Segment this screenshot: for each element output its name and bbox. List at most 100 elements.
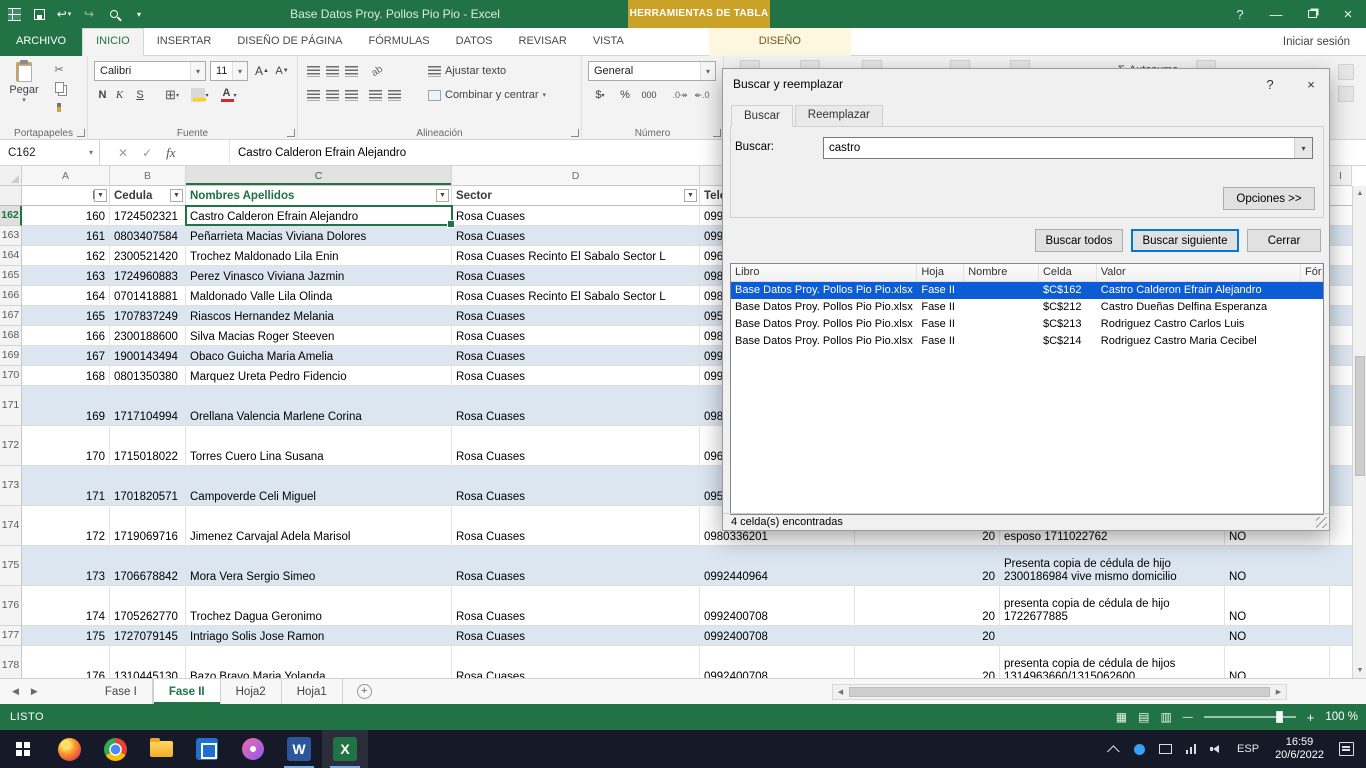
- scroll-down-icon[interactable]: ▼: [1353, 663, 1366, 678]
- cell[interactable]: [1330, 326, 1352, 346]
- taskbar-excel-icon[interactable]: X: [322, 730, 368, 768]
- cerrar-button[interactable]: Cerrar: [1247, 229, 1321, 252]
- cell[interactable]: Intriago Solis Jose Ramon: [186, 626, 452, 646]
- row-header-172[interactable]: 172: [0, 426, 22, 466]
- cell[interactable]: 0992440964: [700, 546, 855, 586]
- sign-in-link[interactable]: Iniciar sesión: [1283, 28, 1350, 56]
- zoom-out-icon[interactable]: —: [1183, 712, 1193, 723]
- merge-center-button[interactable]: Combinar y centrar ▾: [428, 85, 546, 105]
- vertical-scrollbar[interactable]: ▲ ▼: [1352, 186, 1366, 678]
- zoom-level[interactable]: 100 %: [1325, 711, 1358, 723]
- qat-customize-icon[interactable]: ▾: [131, 6, 147, 22]
- cell[interactable]: 1724960883: [110, 266, 186, 286]
- cell[interactable]: [1330, 586, 1352, 626]
- chevron-down-icon[interactable]: ▾: [232, 62, 247, 80]
- zoom-slider[interactable]: [1204, 716, 1296, 718]
- find-input[interactable]: castro ▾: [823, 137, 1313, 159]
- tab-diseño[interactable]: DISEÑO: [709, 28, 851, 56]
- cell[interactable]: Orellana Valencia Marlene Corina: [186, 386, 452, 426]
- ribbon-sliver-icon[interactable]: [1338, 64, 1354, 80]
- name-box[interactable]: C162 ▾: [0, 140, 100, 166]
- cell[interactable]: 162: [22, 246, 110, 266]
- sheet-tab-hoja2[interactable]: Hoja2: [221, 679, 282, 704]
- currency-format-icon[interactable]: $▾: [588, 85, 612, 105]
- cell[interactable]: Maldonado Valle Lila Olinda: [186, 286, 452, 306]
- cell[interactable]: 1724502321: [110, 206, 186, 226]
- cell[interactable]: Rosa Cuases Recinto El Sabalo Sector L: [452, 246, 700, 266]
- redo-icon[interactable]: ↪: [81, 6, 97, 22]
- column-heading-I[interactable]: I: [1330, 166, 1352, 186]
- print-preview-icon[interactable]: [106, 6, 122, 22]
- number-format-combo[interactable]: General▾: [588, 61, 716, 81]
- result-row[interactable]: Base Datos Proy. Pollos Pio Pio.xlsxFase…: [731, 316, 1323, 333]
- cell[interactable]: [1330, 206, 1352, 226]
- percent-format-icon[interactable]: %: [616, 85, 634, 105]
- cell[interactable]: 164: [22, 286, 110, 306]
- confirm-entry-icon[interactable]: ✓: [142, 146, 152, 160]
- row-header-168[interactable]: 168: [0, 326, 22, 346]
- cell[interactable]: 174: [22, 586, 110, 626]
- cell[interactable]: 20: [855, 646, 1000, 678]
- copy-icon[interactable]: [50, 80, 68, 95]
- tab-diseño-de-página[interactable]: DISEÑO DE PÁGINA: [224, 28, 355, 56]
- table-header-blank[interactable]: [1330, 186, 1352, 206]
- align-right-icon[interactable]: [342, 85, 360, 105]
- cell[interactable]: Rosa Cuases: [452, 346, 700, 366]
- cell[interactable]: [1330, 246, 1352, 266]
- cell[interactable]: Rosa Cuases: [452, 646, 700, 678]
- cell[interactable]: presenta copia de cédula de hijos 131496…: [1000, 646, 1225, 678]
- cell[interactable]: [1330, 266, 1352, 286]
- fill-color-icon[interactable]: ▾: [188, 85, 212, 105]
- underline-button[interactable]: S: [128, 85, 152, 105]
- results-header-nombre[interactable]: Nombre: [964, 264, 1039, 281]
- cell[interactable]: Rosa Cuases: [452, 586, 700, 626]
- taskbar-start-icon[interactable]: [0, 730, 46, 768]
- cell[interactable]: Bazo Bravo Maria Yolanda: [186, 646, 452, 678]
- tab-insertar[interactable]: INSERTAR: [144, 28, 225, 56]
- sheet-tab-fase-i[interactable]: Fase I: [90, 679, 153, 704]
- taskbar-chrome-icon[interactable]: [92, 730, 138, 768]
- align-center-icon[interactable]: [323, 85, 341, 105]
- cell[interactable]: Trochez Maldonado Lila Enin: [186, 246, 452, 266]
- row-header-163[interactable]: 163: [0, 226, 22, 246]
- language-indicator[interactable]: ESP: [1230, 730, 1266, 768]
- page-break-view-icon[interactable]: ▥: [1160, 710, 1171, 724]
- options-button[interactable]: Opciones >>: [1223, 187, 1315, 210]
- cell[interactable]: 20: [855, 626, 1000, 646]
- increase-indent-icon[interactable]: [385, 85, 403, 105]
- page-layout-view-icon[interactable]: ▤: [1138, 710, 1149, 724]
- new-sheet-button[interactable]: +: [357, 684, 372, 699]
- font-size-combo[interactable]: 11▾: [210, 61, 248, 81]
- results-header-hoja[interactable]: Hoja: [917, 264, 964, 281]
- cell[interactable]: 166: [22, 326, 110, 346]
- dialog-launcher-icon[interactable]: [287, 129, 295, 137]
- comma-format-icon[interactable]: 000: [636, 85, 662, 105]
- cell[interactable]: 0803407584: [110, 226, 186, 246]
- scroll-right-icon[interactable]: ▶: [1271, 688, 1286, 696]
- cell[interactable]: [1330, 226, 1352, 246]
- cell[interactable]: 160: [22, 206, 110, 226]
- cell[interactable]: 1701820571: [110, 466, 186, 506]
- taskbar-word-icon[interactable]: W: [276, 730, 322, 768]
- orientation-icon[interactable]: ab: [362, 56, 391, 85]
- select-all-corner[interactable]: [0, 166, 22, 186]
- cell[interactable]: Obaco Guicha Maria Amelia: [186, 346, 452, 366]
- cell[interactable]: [1330, 286, 1352, 306]
- font-name-combo[interactable]: Calibri▾: [94, 61, 206, 81]
- cell[interactable]: [1330, 546, 1352, 586]
- table-row[interactable]: 1761741705262770Trochez Dagua GeronimoRo…: [0, 586, 1352, 626]
- clock[interactable]: 16:59 20/6/2022: [1266, 736, 1333, 762]
- cell[interactable]: [1330, 646, 1352, 678]
- cell[interactable]: NO: [1225, 626, 1330, 646]
- table-row[interactable]: 1771751727079145Intriago Solis Jose Ramo…: [0, 626, 1352, 646]
- sheet-tab-fase-ii[interactable]: Fase II: [153, 679, 221, 704]
- decrease-decimal-icon[interactable]: ↞.0: [692, 85, 712, 105]
- cell[interactable]: Trochez Dagua Geronimo: [186, 586, 452, 626]
- align-left-icon[interactable]: [304, 85, 322, 105]
- cell[interactable]: Rosa Cuases: [452, 626, 700, 646]
- buscar-todos-button[interactable]: Buscar todos: [1035, 229, 1123, 252]
- hidden-icons-chevron[interactable]: [1104, 730, 1127, 768]
- cell[interactable]: [1330, 366, 1352, 386]
- table-header-Nº[interactable]: Nº▼: [22, 186, 110, 206]
- cell[interactable]: [1330, 346, 1352, 366]
